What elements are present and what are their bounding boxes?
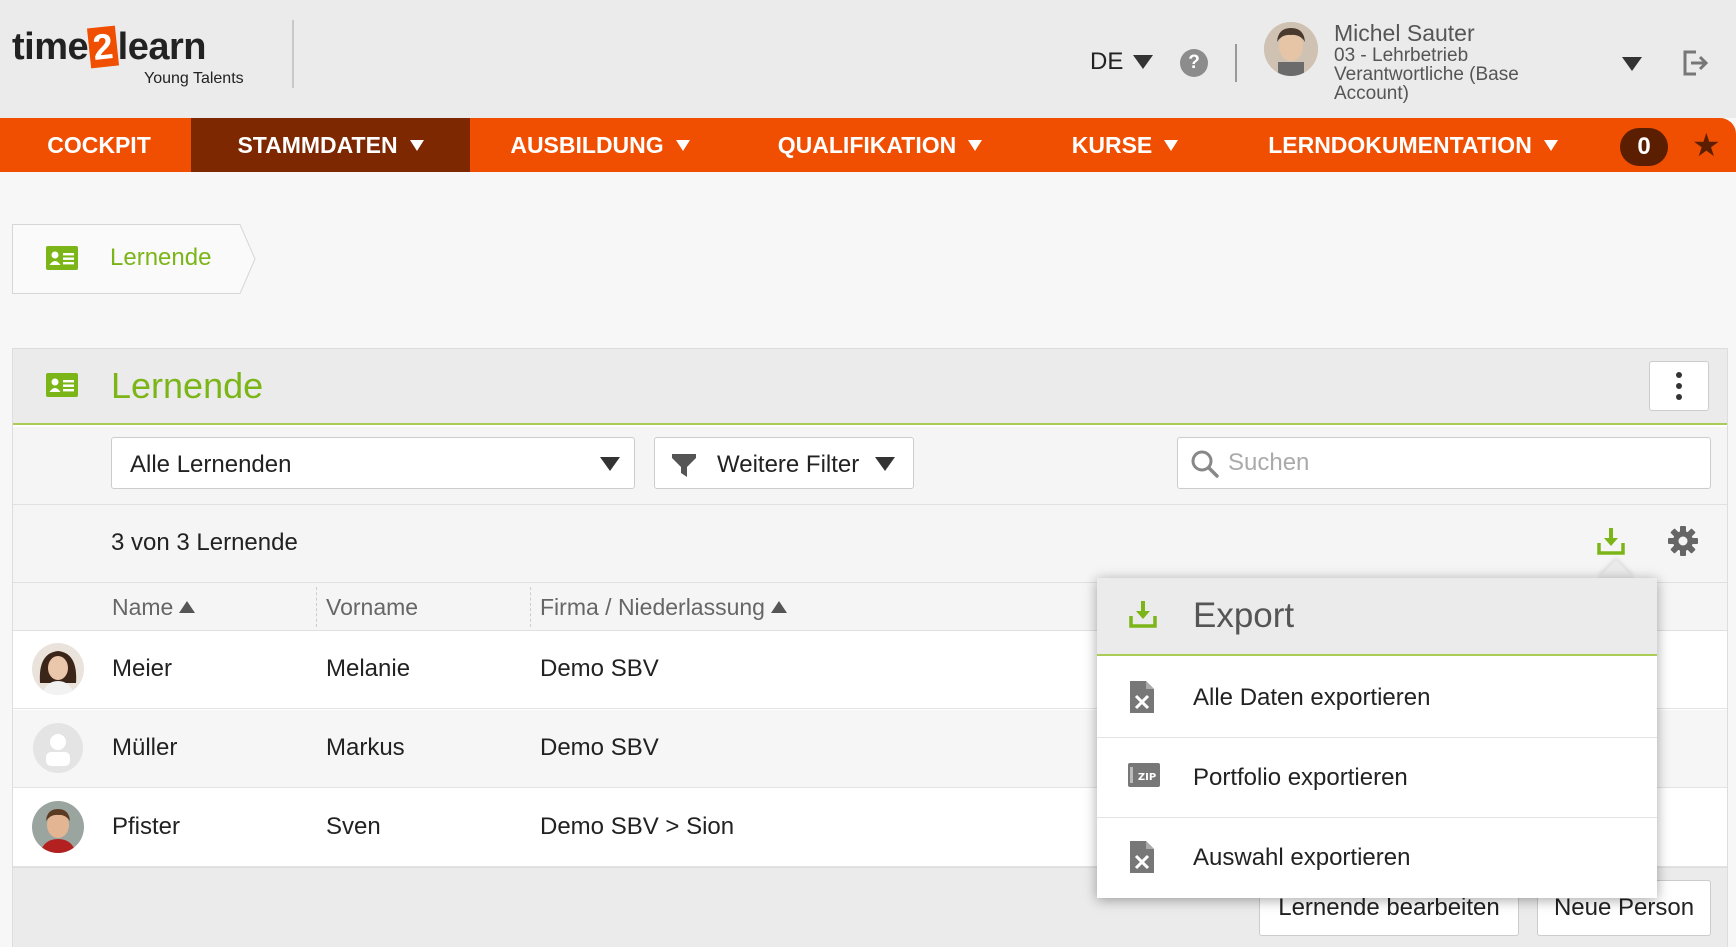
nav-item-kurse[interactable]: KURSE <box>1060 118 1190 172</box>
export-all-data-item[interactable]: Alle Daten exportieren <box>1097 658 1657 738</box>
result-toolbar: 3 von 3 Lernende <box>13 505 1727 583</box>
chevron-down-icon <box>600 457 620 471</box>
breadcrumb[interactable]: Lernende <box>12 224 256 294</box>
user-name: Michel Sauter <box>1334 20 1475 46</box>
id-card-icon <box>46 373 78 397</box>
notification-badge[interactable]: 0 <box>1620 128 1668 166</box>
more-options-icon[interactable] <box>1649 361 1709 411</box>
cell-name: Pfister <box>112 813 181 840</box>
learner-filter-select[interactable]: Alle Lernenden <box>111 437 635 489</box>
search-icon <box>1191 450 1219 478</box>
chevron-down-icon <box>1133 55 1154 69</box>
cell-name: Meier <box>112 655 173 682</box>
cell-firma: Demo SBV <box>540 734 659 761</box>
time2learn-logo[interactable]: time2learn Young Talents <box>12 18 272 88</box>
user-role: 03 - Lehrbetrieb Verantwortliche (Base A… <box>1334 45 1519 104</box>
cell-firma: Demo SBV > Sion <box>540 813 735 840</box>
filter-bar: Alle Lernenden Weitere Filter <box>13 427 1727 505</box>
chevron-down-icon <box>968 139 983 151</box>
language-selector[interactable]: DE <box>1090 48 1154 76</box>
avatar-placeholder-icon <box>32 722 84 774</box>
export-popover-title: Export <box>1193 596 1295 635</box>
logout-icon[interactable] <box>1680 48 1710 78</box>
zip-file-icon: ZIP <box>1128 763 1160 787</box>
chevron-down-icon <box>1164 139 1179 151</box>
gear-icon[interactable] <box>1667 525 1699 557</box>
export-popover: Export Alle Daten exportieren ZIP Portfo… <box>1097 578 1657 898</box>
chevron-down-icon <box>875 457 895 471</box>
nav-item-ausbildung[interactable]: AUSBILDUNG <box>490 118 710 172</box>
result-count: 3 von 3 Lernende <box>111 529 298 556</box>
sort-ascending-icon <box>770 601 787 613</box>
excel-file-icon <box>1130 841 1154 873</box>
avatar <box>32 801 84 853</box>
panel-header: Lernende <box>13 349 1727 425</box>
language-value: DE <box>1090 48 1124 75</box>
nav-item-lerndokumentation[interactable]: LERNDOKUMENTATION <box>1262 118 1564 172</box>
header-divider <box>292 20 294 88</box>
breadcrumb-item-lernende: Lernende <box>110 244 212 271</box>
sort-ascending-icon <box>179 601 196 613</box>
cell-vorname: Melanie <box>326 655 411 682</box>
nav-item-qualifikation[interactable]: QUALIFIKATION <box>770 118 990 172</box>
filter-icon <box>672 454 696 477</box>
chevron-down-icon <box>409 139 424 151</box>
user-avatar[interactable] <box>1264 22 1318 76</box>
export-icon <box>1129 601 1157 628</box>
id-card-icon <box>46 246 78 270</box>
search-box[interactable] <box>1177 437 1711 489</box>
cell-vorname: Markus <box>326 734 405 761</box>
help-icon[interactable]: ? <box>1180 49 1208 77</box>
svg-text:ZIP: ZIP <box>1138 772 1156 783</box>
nav-item-cockpit[interactable]: COCKPIT <box>18 118 180 172</box>
export-popover-header: Export <box>1097 578 1657 656</box>
star-icon[interactable]: ★ <box>1692 129 1721 161</box>
export-selection-item[interactable]: Auswahl exportieren <box>1097 818 1657 898</box>
popover-caret <box>1598 560 1634 578</box>
export-portfolio-item[interactable]: ZIP Portfolio exportieren <box>1097 738 1657 818</box>
search-input[interactable] <box>1228 446 1698 480</box>
excel-file-icon <box>1130 681 1154 713</box>
more-filters-button[interactable]: Weitere Filter <box>654 437 914 489</box>
export-icon[interactable] <box>1595 525 1627 557</box>
app-header: time2learn Young Talents DE ? Michel Sau… <box>0 0 1736 118</box>
cell-vorname: Sven <box>326 813 381 840</box>
column-header-firma[interactable]: Firma / Niederlassung <box>540 583 787 631</box>
nav-item-stammdaten[interactable]: STAMMDATEN <box>191 118 470 172</box>
main-navigation: COCKPIT STAMMDATEN AUSBILDUNG QUALIFIKAT… <box>0 118 1736 172</box>
column-header-name[interactable]: Name <box>112 583 196 631</box>
user-menu-chevron-icon[interactable] <box>1622 57 1642 71</box>
cell-name: Müller <box>112 734 178 761</box>
chevron-down-icon <box>1543 139 1558 151</box>
header-divider <box>1235 44 1237 82</box>
logo-tagline: Young Talents <box>144 70 244 87</box>
page-title: Lernende <box>111 365 264 406</box>
avatar <box>32 643 84 695</box>
chevron-down-icon <box>675 139 690 151</box>
column-header-vorname[interactable]: Vorname <box>326 583 418 631</box>
cell-firma: Demo SBV <box>540 655 659 682</box>
